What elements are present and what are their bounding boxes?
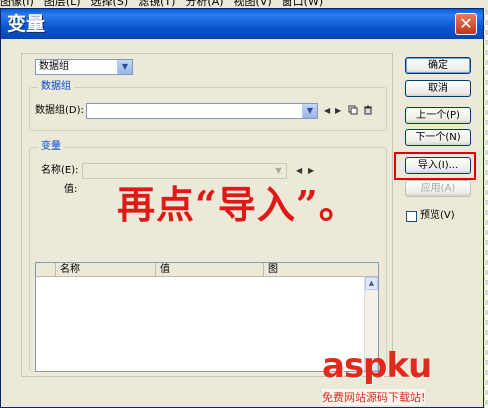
variable-type-select[interactable]: 数据组 ▼ — [35, 59, 133, 75]
scroll-up-icon[interactable]: ▲ — [365, 277, 378, 290]
duplicate-dataset-icon[interactable] — [348, 105, 358, 115]
table-header-blank — [36, 263, 56, 277]
site-watermark: aspku 免费网站源码下载站! — [308, 343, 488, 408]
close-button[interactable]: ✕ — [455, 13, 477, 35]
ok-button[interactable]: 确定 — [405, 57, 471, 74]
chevron-down-icon: ▼ — [302, 104, 317, 118]
menu-item[interactable]: 滤镜(T) — [138, 0, 175, 7]
title-bar: 变量 ✕ — [1, 9, 483, 39]
menu-item[interactable]: 图层(L) — [44, 0, 81, 7]
table-header: 名称 值 图 — [36, 263, 378, 277]
cancel-button[interactable]: 取消 — [405, 80, 471, 97]
table-header-name[interactable]: 名称 — [56, 263, 156, 277]
menu-item[interactable]: 选择(S) — [91, 0, 129, 7]
menu-item[interactable]: 分析(A) — [185, 0, 223, 7]
chevron-down-icon: ▼ — [117, 60, 132, 74]
dataset-group-legend: 数据组 — [38, 81, 74, 93]
trash-icon[interactable] — [363, 105, 373, 115]
menu-item[interactable]: 图像(I) — [0, 0, 34, 7]
dataset-label: 数据组(D): — [35, 105, 84, 116]
table-header-value[interactable]: 值 — [156, 263, 264, 277]
menu-item[interactable]: 窗口(W) — [282, 0, 323, 7]
variable-group-legend: 变量 — [38, 141, 64, 153]
watermark-subtitle: 免费网站源码下载站! — [322, 389, 426, 405]
dataset-select[interactable]: ▼ — [86, 103, 318, 119]
previous-button[interactable]: 上一个(P) — [405, 107, 471, 124]
apply-button[interactable]: 应用(A) — [405, 180, 471, 197]
menu-item[interactable]: 视图(V) — [234, 0, 272, 7]
import-highlight-box — [394, 152, 476, 180]
variable-type-value: 数据组 — [39, 61, 69, 72]
table-header-chart[interactable]: 图 — [264, 263, 365, 277]
preview-checkbox[interactable] — [406, 211, 417, 222]
dataset-group: 数据组 数据组(D): ▼ ◀ ▶ — [29, 81, 387, 131]
next-button[interactable]: 下一个(N) — [405, 129, 471, 146]
next-dataset-icon[interactable]: ▶ — [335, 106, 341, 116]
preview-label: 预览(V) — [420, 210, 455, 221]
value-label: 值: — [64, 184, 78, 195]
dialog-title: 变量 — [7, 13, 46, 35]
watermark-brand: aspku — [322, 346, 432, 386]
name-label: 名称(E): — [41, 165, 79, 176]
instruction-annotation: 再点“导入”。 — [117, 182, 358, 227]
previous-dataset-icon[interactable]: ◀ — [324, 106, 330, 116]
